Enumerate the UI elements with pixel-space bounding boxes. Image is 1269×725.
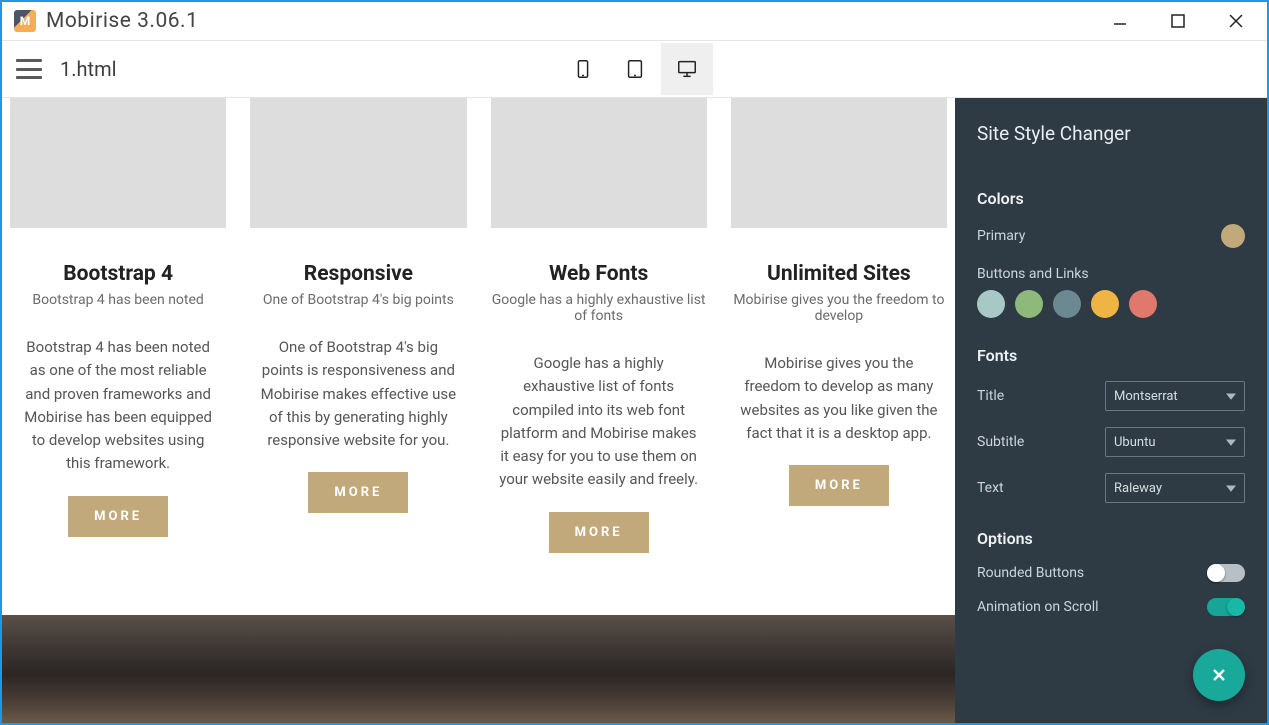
more-button[interactable]: MORE	[68, 496, 168, 537]
rounded-buttons-label: Rounded Buttons	[977, 565, 1084, 581]
font-title-value: Montserrat	[1114, 389, 1178, 404]
card-subtitle: Bootstrap 4 has been noted	[10, 292, 226, 308]
font-title-label: Title	[977, 388, 1004, 404]
feature-card: Unlimited Sites Mobirise gives you the f…	[731, 98, 947, 553]
card-title: Responsive	[250, 262, 466, 286]
card-title: Unlimited Sites	[731, 262, 947, 286]
font-subtitle-label: Subtitle	[977, 434, 1024, 450]
buttons-links-label: Buttons and Links	[977, 266, 1245, 282]
device-tablet-button[interactable]	[609, 43, 661, 95]
card-description: Google has a highly exhaustive list of f…	[491, 352, 707, 512]
card-subtitle: Mobirise gives you the freedom to develo…	[731, 292, 947, 324]
device-mobile-button[interactable]	[557, 43, 609, 95]
chevron-down-icon	[1226, 391, 1236, 401]
close-button[interactable]	[1213, 5, 1259, 37]
font-text-value: Raleway	[1114, 481, 1162, 496]
window-title: Mobirise 3.06.1	[46, 9, 198, 33]
color-swatch[interactable]	[1053, 290, 1081, 318]
app-logo-icon: M	[14, 10, 36, 32]
color-swatch[interactable]	[977, 290, 1005, 318]
titlebar: M Mobirise 3.06.1	[2, 2, 1267, 40]
font-text-label: Text	[977, 480, 1004, 496]
colors-section-label: Colors	[977, 189, 1245, 208]
minimize-button[interactable]	[1097, 5, 1143, 37]
filename-label: 1.html	[60, 57, 116, 81]
card-description: Mobirise gives you the freedom to develo…	[731, 352, 947, 465]
feature-card: Responsive One of Bootstrap 4's big poin…	[250, 98, 466, 553]
color-swatch[interactable]	[1015, 290, 1043, 318]
menu-icon[interactable]	[16, 59, 42, 79]
card-title: Web Fonts	[491, 262, 707, 286]
font-subtitle-value: Ubuntu	[1114, 435, 1156, 450]
maximize-button[interactable]	[1155, 5, 1201, 37]
close-panel-fab[interactable]	[1193, 649, 1245, 701]
primary-color-swatch[interactable]	[1221, 224, 1245, 248]
card-thumbnail	[731, 98, 947, 228]
footer-background	[2, 615, 955, 723]
font-subtitle-select[interactable]: Ubuntu	[1105, 427, 1245, 457]
preview-canvas: Bootstrap 4 Bootstrap 4 has been noted B…	[2, 98, 955, 723]
options-section-label: Options	[977, 529, 1245, 548]
more-button[interactable]: MORE	[308, 472, 408, 513]
chevron-down-icon	[1226, 437, 1236, 447]
style-changer-panel: Site Style Changer Colors Primary Button…	[955, 98, 1267, 723]
more-button[interactable]: MORE	[789, 465, 889, 506]
feature-card: Bootstrap 4 Bootstrap 4 has been noted B…	[10, 98, 226, 553]
font-title-select[interactable]: Montserrat	[1105, 381, 1245, 411]
font-text-select[interactable]: Raleway	[1105, 473, 1245, 503]
chevron-down-icon	[1226, 483, 1236, 493]
close-icon	[1211, 667, 1227, 683]
fonts-section-label: Fonts	[977, 346, 1245, 365]
toolbar: 1.html	[2, 40, 1267, 98]
panel-title: Site Style Changer	[977, 122, 1245, 145]
color-swatch[interactable]	[1091, 290, 1119, 318]
card-description: Bootstrap 4 has been noted as one of the…	[10, 336, 226, 496]
card-thumbnail	[491, 98, 707, 228]
color-swatch[interactable]	[1129, 290, 1157, 318]
card-thumbnail	[250, 98, 466, 228]
animation-scroll-label: Animation on Scroll	[977, 599, 1099, 615]
more-button[interactable]: MORE	[549, 512, 649, 553]
animation-scroll-toggle[interactable]	[1207, 598, 1245, 616]
card-subtitle: Google has a highly exhaustive list of f…	[491, 292, 707, 324]
rounded-buttons-toggle[interactable]	[1207, 564, 1245, 582]
card-title: Bootstrap 4	[10, 262, 226, 286]
primary-color-label: Primary	[977, 228, 1025, 244]
feature-card: Web Fonts Google has a highly exhaustive…	[491, 98, 707, 553]
device-desktop-button[interactable]	[661, 43, 713, 95]
card-thumbnail	[10, 98, 226, 228]
card-description: One of Bootstrap 4's big points is respo…	[250, 336, 466, 472]
card-subtitle: One of Bootstrap 4's big points	[250, 292, 466, 308]
